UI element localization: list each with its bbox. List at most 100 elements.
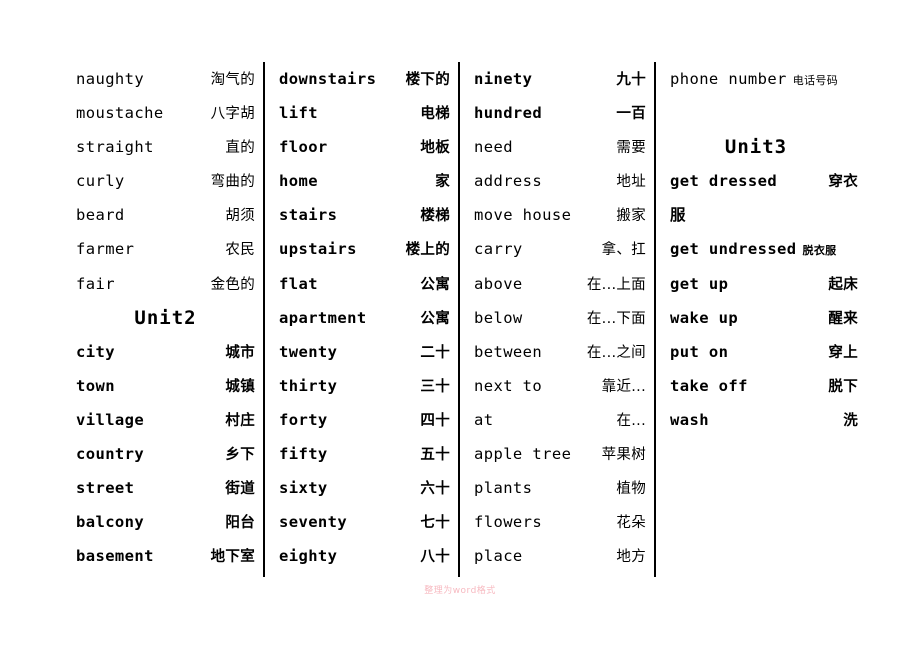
vocabulary-translation: 城镇 <box>225 378 255 395</box>
vocabulary-translation: 二十 <box>420 344 450 361</box>
vocabulary-row: below 在...下面 <box>474 301 646 335</box>
vocabulary-term: beard <box>76 206 125 225</box>
vocabulary-row: get undressed 脱衣服 <box>670 232 858 266</box>
vocabulary-translation: 家 <box>435 174 450 191</box>
vocabulary-translation: 穿上 <box>828 344 858 361</box>
vocabulary-row: beard 胡须 <box>76 198 255 232</box>
vocabulary-term: flowers <box>474 513 543 532</box>
vocabulary-term: farmer <box>76 240 135 259</box>
vocabulary-translation: 五十 <box>420 447 450 464</box>
vocabulary-translation: 七十 <box>420 515 450 532</box>
vocabulary-row: thirty 三十 <box>279 369 450 403</box>
vocabulary-term: forty <box>279 410 328 429</box>
vocabulary-row: get dressed 穿衣 <box>670 164 858 198</box>
vocabulary-translation: 花朵 <box>616 515 646 532</box>
vocabulary-term: curly <box>76 172 125 191</box>
vocabulary-row: fifty 五十 <box>279 437 450 471</box>
vocabulary-term: at <box>474 410 494 429</box>
vocabulary-term: sixty <box>279 479 328 498</box>
vocabulary-term: town <box>76 376 115 395</box>
vocabulary-term: need <box>474 138 513 157</box>
vocabulary-row: city 城市 <box>76 335 255 369</box>
vocabulary-term: get dressed <box>670 172 778 191</box>
vocabulary-translation: 一百 <box>616 106 646 123</box>
vocabulary-translation: 起床 <box>828 276 858 293</box>
vocabulary-term: country <box>76 445 145 464</box>
vocabulary-row: wake up 醒来 <box>670 301 858 335</box>
vocabulary-translation: 公寓 <box>420 276 450 293</box>
vocabulary-column-3: ninety 九十 hundred 一百 need 需要 address 地址 move hou… <box>458 62 654 577</box>
vocabulary-row: next to 靠近... <box>474 369 646 403</box>
vocabulary-column-4: phone number 电话号码 Unit3 get dressed 穿衣服 get u… <box>654 62 862 577</box>
vocabulary-term: street <box>76 479 135 498</box>
vocabulary-term: naughty <box>76 70 145 88</box>
unit-heading: Unit2 <box>134 306 197 329</box>
vocabulary-translation: 八十 <box>420 549 450 566</box>
vocabulary-translation: 街道 <box>225 481 255 498</box>
vocabulary-columns: naughty 淘气的 moustache 八字胡 straight 直的 curly 弯曲的… <box>62 62 862 577</box>
vocabulary-translation: 电话号码 <box>792 74 838 87</box>
vocabulary-row: town 城镇 <box>76 369 255 403</box>
vocabulary-translation: 在...之间 <box>586 344 646 361</box>
vocabulary-translation: 弯曲的 <box>210 174 255 191</box>
vocabulary-row: country 乡下 <box>76 437 255 471</box>
vocabulary-term: fifty <box>279 445 328 464</box>
vocabulary-translation: 电梯 <box>420 106 450 123</box>
vocabulary-sheet: naughty 淘气的 moustache 八字胡 straight 直的 curly 弯曲的… <box>0 0 920 651</box>
vocabulary-term: next to <box>474 376 543 395</box>
vocabulary-translation: 在... <box>616 412 646 429</box>
vocabulary-translation: 城市 <box>225 344 255 361</box>
vocabulary-row: place 地方 <box>474 539 646 573</box>
vocabulary-translation: 脱衣服 <box>802 244 837 258</box>
vocabulary-row: basement 地下室 <box>76 539 255 573</box>
vocabulary-row: carry 拿、扛 <box>474 232 646 266</box>
vocabulary-translation: 六十 <box>420 481 450 498</box>
vocabulary-translation: 拿、扛 <box>601 242 646 259</box>
vocabulary-row: address 地址 <box>474 164 646 198</box>
vocabulary-column-1: naughty 淘气的 moustache 八字胡 straight 直的 curly 弯曲的… <box>62 62 263 577</box>
vocabulary-term: ninety <box>474 70 533 88</box>
vocabulary-translation: 乡下 <box>225 447 255 464</box>
vocabulary-term: phone number <box>670 70 787 88</box>
vocabulary-translation: 地方 <box>616 549 646 566</box>
vocabulary-row: eighty 八十 <box>279 539 450 573</box>
vocabulary-translation: 靠近... <box>601 378 646 395</box>
vocabulary-term: get undressed <box>670 240 797 259</box>
vocabulary-translation: 八字胡 <box>210 106 255 123</box>
vocabulary-translation: 洗 <box>843 412 858 429</box>
vocabulary-term: floor <box>279 138 328 157</box>
vocabulary-term: seventy <box>279 513 348 532</box>
vocabulary-row: ninety 九十 <box>474 62 646 96</box>
vocabulary-row: lift 电梯 <box>279 96 450 130</box>
vocabulary-row: get up 起床 <box>670 267 858 301</box>
vocabulary-row: apple tree 苹果树 <box>474 437 646 471</box>
vocabulary-term: apple tree <box>474 445 572 464</box>
vocabulary-translation: 公寓 <box>420 310 450 327</box>
vocabulary-term: basement <box>76 547 154 566</box>
vocabulary-term: place <box>474 547 523 566</box>
vocabulary-row: street 街道 <box>76 471 255 505</box>
vocabulary-translation: 地下室 <box>210 549 255 566</box>
column-spacer <box>670 96 858 130</box>
vocabulary-row: twenty 二十 <box>279 335 450 369</box>
vocabulary-term: hundred <box>474 104 543 123</box>
vocabulary-translation: 搬家 <box>616 208 646 225</box>
vocabulary-translation: 在...上面 <box>586 276 646 293</box>
vocabulary-row: apartment 公寓 <box>279 301 450 335</box>
vocabulary-row: balcony 阳台 <box>76 505 255 539</box>
vocabulary-term: twenty <box>279 342 338 361</box>
vocabulary-term: between <box>474 342 543 361</box>
vocabulary-term: move house <box>474 206 572 225</box>
vocabulary-term: downstairs <box>279 70 377 88</box>
vocabulary-row: phone number 电话号码 <box>670 62 858 96</box>
vocabulary-term: address <box>474 172 543 191</box>
vocabulary-translation: 穿衣 <box>828 174 858 191</box>
vocabulary-row: plants 植物 <box>474 471 646 505</box>
vocabulary-row: naughty 淘气的 <box>76 62 255 96</box>
vocabulary-row: above 在...上面 <box>474 267 646 301</box>
vocabulary-translation: 楼下的 <box>405 72 450 88</box>
vocabulary-translation: 胡须 <box>225 208 255 225</box>
vocabulary-term: below <box>474 308 523 327</box>
vocabulary-row: downstairs 楼下的 <box>279 62 450 96</box>
vocabulary-term: lift <box>279 104 318 123</box>
